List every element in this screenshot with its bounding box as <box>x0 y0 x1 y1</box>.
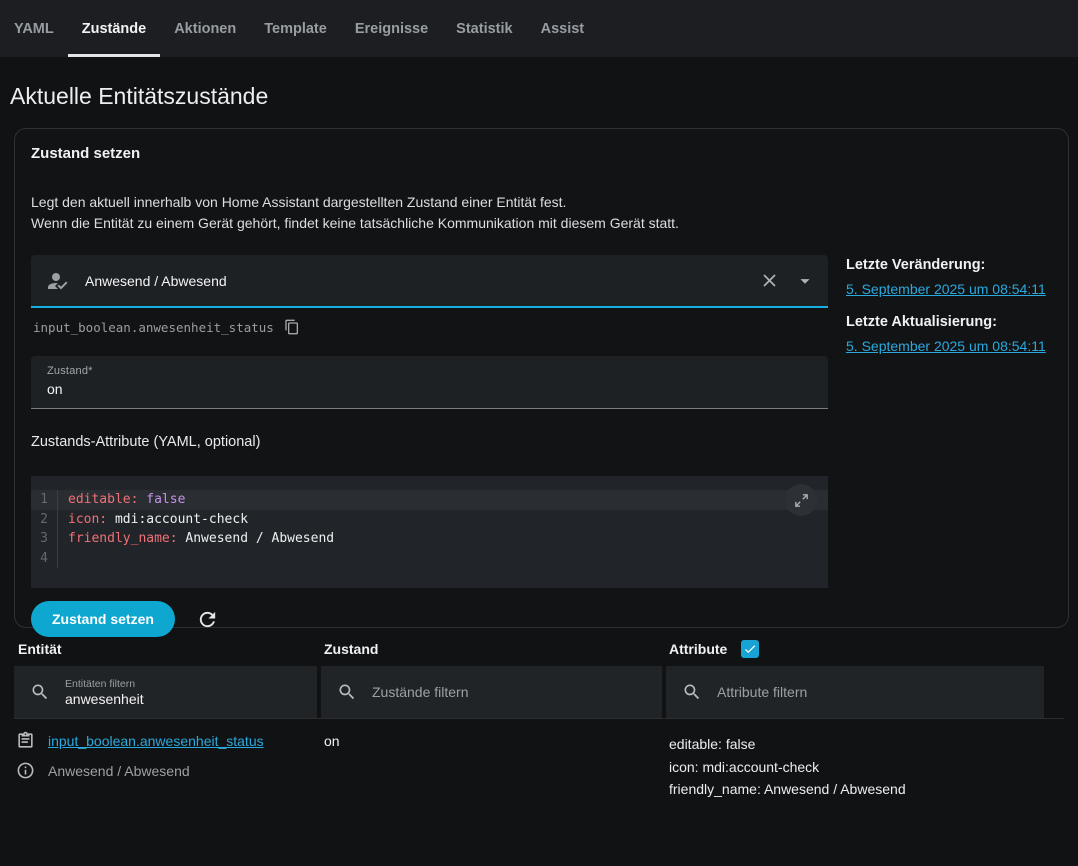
state-input-label: Zustand* <box>47 365 812 377</box>
editor-line-2: 2 icon: mdi:account-check <box>31 510 828 530</box>
refresh-icon[interactable] <box>196 608 219 631</box>
chevron-down-icon[interactable] <box>794 270 816 292</box>
entity-cell: input_boolean.anwesenheit_status Anwesen… <box>14 731 320 801</box>
last-changed-label: Letzte Veränderung: <box>846 257 1046 273</box>
page-title: Aktuelle Entitätszustände <box>10 83 1068 110</box>
state-filter-input[interactable] <box>372 684 612 700</box>
entity-id-text: input_boolean.anwesenheit_status <box>33 320 274 335</box>
account-check-icon <box>45 269 69 293</box>
info-icon[interactable] <box>16 761 35 780</box>
editor-line-4: 4 <box>31 549 828 569</box>
table-row: input_boolean.anwesenheit_status Anwesen… <box>14 719 1064 801</box>
entity-filter-label: Entitäten filtern <box>65 678 305 690</box>
entity-id-link[interactable]: input_boolean.anwesenheit_status <box>48 733 264 749</box>
clipboard-text-icon[interactable] <box>16 731 35 750</box>
entity-states-table: Entität Zustand Attribute Entitäten filt… <box>14 640 1064 801</box>
entity-id-row: input_boolean.anwesenheit_status <box>33 319 828 335</box>
description-line-1: Legt den aktuell innerhalb von Home Assi… <box>31 192 1052 213</box>
state-cell: on <box>320 731 665 801</box>
line-number: 4 <box>31 549 58 569</box>
description-line-2: Wenn die Entität zu einem Gerät gehört, … <box>31 213 1052 234</box>
tab-template[interactable]: Template <box>250 0 341 57</box>
entity-filter-field[interactable]: Entitäten filtern <box>14 666 317 718</box>
entity-picker-value: Anwesend / Abwesend <box>85 273 759 289</box>
state-filter-field[interactable] <box>321 666 662 718</box>
column-header-state: Zustand <box>320 640 665 658</box>
line-number: 1 <box>31 490 58 510</box>
last-updated-link[interactable]: 5. September 2025 um 08:54:11 <box>846 338 1046 354</box>
state-input-value: on <box>47 381 812 397</box>
entity-picker[interactable]: Anwesend / Abwesend <box>31 255 828 308</box>
tab-ereignisse[interactable]: Ereignisse <box>341 0 442 57</box>
entity-friendly-name: Anwesend / Abwesend <box>48 763 190 779</box>
set-state-button[interactable]: Zustand setzen <box>31 601 175 637</box>
attributes-cell: editable: false icon: mdi:account-check … <box>665 731 1046 801</box>
line-number: 3 <box>31 529 58 549</box>
state-input[interactable]: Zustand* on <box>31 356 828 409</box>
editor-line-3: 3 friendly_name: Anwesend / Abwesend <box>31 529 828 549</box>
attributes-filter-field[interactable] <box>666 666 1044 718</box>
attribute-line: friendly_name: Anwesend / Abwesend <box>669 778 1046 801</box>
attributes-checkbox[interactable] <box>741 640 759 658</box>
entity-timestamps: Letzte Veränderung: 5. September 2025 um… <box>846 255 1046 637</box>
column-header-attributes: Attribute <box>665 640 1046 658</box>
column-header-entity: Entität <box>14 640 320 658</box>
attribute-line: icon: mdi:account-check <box>669 756 1046 779</box>
card-description: Legt den aktuell innerhalb von Home Assi… <box>31 192 1052 234</box>
fullscreen-expand-icon[interactable] <box>785 484 817 516</box>
search-icon <box>337 682 357 702</box>
search-icon <box>30 682 50 702</box>
copy-icon[interactable] <box>284 319 300 335</box>
set-state-card: Zustand setzen Legt den aktuell innerhal… <box>14 128 1069 628</box>
line-number: 2 <box>31 510 58 530</box>
yaml-editor[interactable]: 1 editable: false 2 icon: mdi:account-ch… <box>31 476 828 588</box>
last-changed-link[interactable]: 5. September 2025 um 08:54:11 <box>846 281 1046 297</box>
tab-zustaende[interactable]: Zustände <box>68 0 160 57</box>
attribute-line: editable: false <box>669 733 1046 756</box>
card-title: Zustand setzen <box>31 145 1052 162</box>
tab-statistik[interactable]: Statistik <box>442 0 526 57</box>
attributes-section-label: Zustands-Attribute (YAML, optional) <box>31 434 828 450</box>
tab-assist[interactable]: Assist <box>527 0 599 57</box>
clear-icon[interactable] <box>759 270 780 291</box>
tab-yaml[interactable]: YAML <box>0 0 68 57</box>
search-icon <box>682 682 702 702</box>
tab-aktionen[interactable]: Aktionen <box>160 0 250 57</box>
last-updated-label: Letzte Aktualisierung: <box>846 314 1046 330</box>
attributes-filter-input[interactable] <box>717 684 957 700</box>
editor-line-1: 1 editable: false <box>31 490 828 510</box>
developer-tools-tabbar: YAML Zustände Aktionen Template Ereignis… <box>0 0 1078 57</box>
entity-filter-input[interactable] <box>65 691 305 707</box>
